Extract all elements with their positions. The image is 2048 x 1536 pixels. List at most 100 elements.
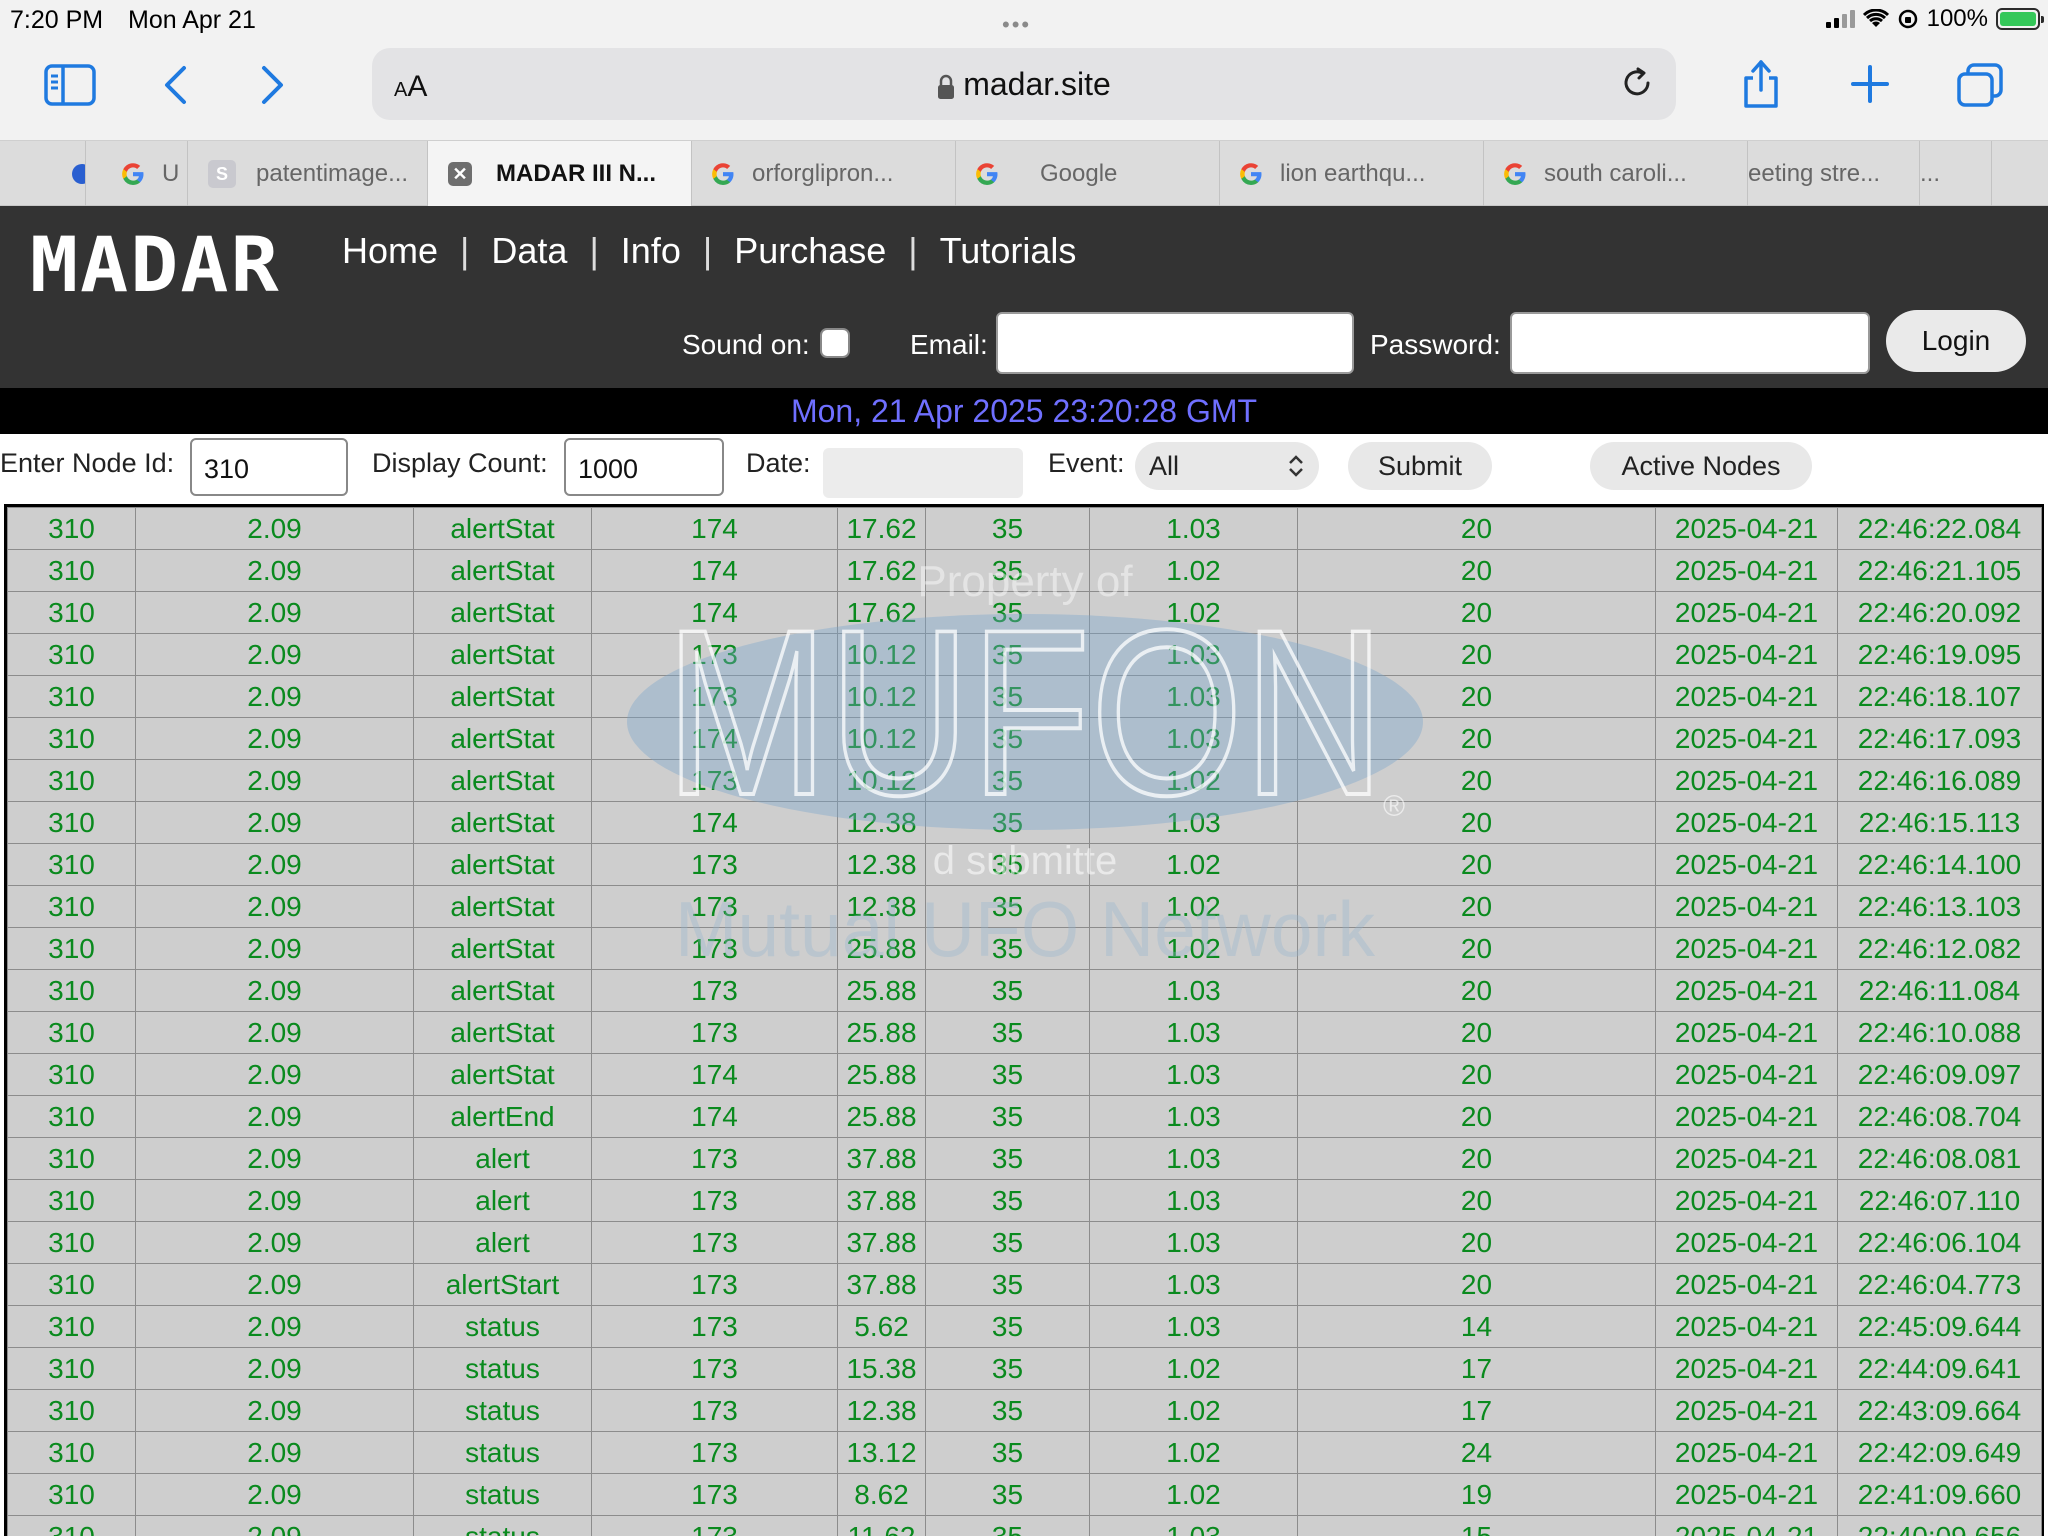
node-id-input[interactable]: 310 bbox=[190, 438, 348, 496]
cell-date: 2025-04-21 bbox=[1655, 1389, 1838, 1432]
cell-c7: 1.03 bbox=[1089, 717, 1298, 760]
cell-event: alertStat bbox=[413, 927, 592, 970]
cell-c5: 10.12 bbox=[837, 675, 926, 718]
email-field[interactable] bbox=[996, 312, 1354, 374]
cell-time: 22:46:09.097 bbox=[1837, 1053, 2042, 1096]
cell-c7: 1.02 bbox=[1089, 1473, 1298, 1516]
cell-c6: 35 bbox=[925, 759, 1090, 802]
display-count-input[interactable]: 1000 bbox=[564, 438, 724, 496]
cell-c6: 35 bbox=[925, 1053, 1090, 1096]
sidebar-icon[interactable] bbox=[44, 64, 96, 106]
tab-pinned-edge[interactable] bbox=[30, 141, 86, 207]
cell-c8: 14 bbox=[1297, 1305, 1656, 1348]
cell-node-id: 310 bbox=[7, 1095, 136, 1138]
cell-c4: 174 bbox=[591, 591, 838, 634]
nav-info[interactable]: Info bbox=[621, 230, 681, 272]
back-chevron-icon[interactable] bbox=[160, 64, 190, 106]
cell-c4: 173 bbox=[591, 1221, 838, 1264]
cell-c4: 174 bbox=[591, 717, 838, 760]
sound-on-label: Sound on: bbox=[682, 329, 810, 360]
new-tab-plus-icon[interactable] bbox=[1850, 64, 1890, 104]
cell-node-id: 310 bbox=[7, 507, 136, 550]
cell-version: 2.09 bbox=[135, 633, 414, 676]
cell-c6: 35 bbox=[925, 1431, 1090, 1474]
cell-version: 2.09 bbox=[135, 927, 414, 970]
active-nodes-button[interactable]: Active Nodes bbox=[1590, 442, 1812, 490]
cell-node-id: 310 bbox=[7, 1179, 136, 1222]
tab-6[interactable]: lion earthqu... bbox=[1220, 141, 1484, 207]
cell-time: 22:46:13.103 bbox=[1837, 885, 2042, 928]
cell-time: 22:42:09.649 bbox=[1837, 1431, 2042, 1474]
cell-c4: 173 bbox=[591, 1515, 838, 1536]
tab-5[interactable]: Google bbox=[956, 141, 1220, 207]
login-button[interactable]: Login bbox=[1886, 310, 2026, 372]
cell-c7: 1.03 bbox=[1089, 801, 1298, 844]
cell-event: alertStart bbox=[413, 1263, 592, 1306]
cell-c6: 35 bbox=[925, 1473, 1090, 1516]
cell-c8: 19 bbox=[1297, 1473, 1656, 1516]
cell-c4: 174 bbox=[591, 801, 838, 844]
cell-date: 2025-04-21 bbox=[1655, 1515, 1838, 1536]
table-row: 310 2.09 alertStat 174 17.62 35 1.02 20 2025-04-… bbox=[7, 549, 2042, 592]
node-id-label: Enter Node Id: bbox=[0, 448, 175, 478]
address-bar[interactable]: AA madar.site bbox=[372, 48, 1676, 120]
tab-8[interactable]: eeting stre... bbox=[1748, 141, 1920, 207]
multitasking-dots-icon[interactable]: ••• bbox=[1002, 12, 1031, 38]
cell-c6: 35 bbox=[925, 1389, 1090, 1432]
cell-c6: 35 bbox=[925, 549, 1090, 592]
cell-c6: 35 bbox=[925, 1347, 1090, 1390]
wifi-icon bbox=[1862, 9, 1889, 27]
share-icon[interactable] bbox=[1740, 58, 1782, 110]
tab-2[interactable]: S patentimage... bbox=[188, 141, 428, 207]
cell-event: alertStat bbox=[413, 591, 592, 634]
cell-c6: 35 bbox=[925, 1011, 1090, 1054]
cell-event: alert bbox=[413, 1179, 592, 1222]
cell-time: 22:44:09.641 bbox=[1837, 1347, 2042, 1390]
cell-c4: 174 bbox=[591, 1053, 838, 1096]
cell-c7: 1.03 bbox=[1089, 1095, 1298, 1138]
browser-toolbar: AA madar.site bbox=[0, 40, 2048, 140]
cell-version: 2.09 bbox=[135, 717, 414, 760]
date-input[interactable] bbox=[823, 448, 1023, 498]
cell-node-id: 310 bbox=[7, 1263, 136, 1306]
reload-icon[interactable] bbox=[1620, 66, 1654, 100]
nav-data[interactable]: Data bbox=[491, 230, 567, 272]
table-row: 310 2.09 alertEnd 174 25.88 35 1.03 20 2025-04-2… bbox=[7, 1095, 2042, 1138]
sound-on-checkbox[interactable] bbox=[820, 328, 850, 358]
edge-favicon-icon bbox=[72, 164, 85, 184]
nav-purchase[interactable]: Purchase bbox=[734, 230, 886, 272]
cell-version: 2.09 bbox=[135, 507, 414, 550]
cell-event: alertStat bbox=[413, 843, 592, 886]
tab-overview-icon[interactable] bbox=[1956, 62, 2004, 108]
cell-date: 2025-04-21 bbox=[1655, 885, 1838, 928]
forward-chevron-icon[interactable] bbox=[258, 64, 288, 106]
cell-c4: 173 bbox=[591, 633, 838, 676]
cell-c5: 25.88 bbox=[837, 1011, 926, 1054]
submit-button[interactable]: Submit bbox=[1348, 442, 1492, 490]
close-tab-icon[interactable]: ✕ bbox=[448, 162, 472, 186]
tab-9[interactable]: ... bbox=[1920, 141, 1992, 207]
nav-home[interactable]: Home bbox=[342, 230, 438, 272]
tab-active[interactable]: ✕ MADAR III N... bbox=[428, 141, 692, 207]
cell-c4: 173 bbox=[591, 1179, 838, 1222]
cell-date: 2025-04-21 bbox=[1655, 927, 1838, 970]
cell-version: 2.09 bbox=[135, 1221, 414, 1264]
cell-event: status bbox=[413, 1473, 592, 1516]
cell-event: alertStat bbox=[413, 1053, 592, 1096]
password-field[interactable] bbox=[1510, 312, 1870, 374]
tab-label: patentimage... bbox=[256, 160, 409, 187]
event-select[interactable]: All bbox=[1135, 442, 1319, 490]
tab-4[interactable]: orforglipron... bbox=[692, 141, 956, 207]
tab-1[interactable]: U bbox=[86, 141, 188, 207]
cell-c5: 10.12 bbox=[837, 759, 926, 802]
cell-c7: 1.02 bbox=[1089, 927, 1298, 970]
cell-c6: 35 bbox=[925, 885, 1090, 928]
tab-7[interactable]: south caroli... bbox=[1484, 141, 1748, 207]
cell-version: 2.09 bbox=[135, 591, 414, 634]
madar-logo[interactable]: MADAR bbox=[30, 220, 281, 309]
status-time: 7:20 PM bbox=[10, 6, 104, 34]
cell-c4: 173 bbox=[591, 1305, 838, 1348]
cell-event: status bbox=[413, 1305, 592, 1348]
cell-time: 22:46:08.081 bbox=[1837, 1137, 2042, 1180]
nav-tutorials[interactable]: Tutorials bbox=[940, 230, 1077, 272]
